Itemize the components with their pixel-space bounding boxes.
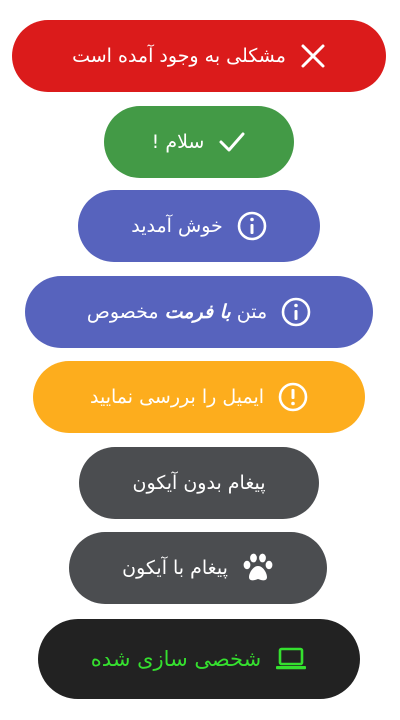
formatted-toast-text: متن با فرمت مخصوص bbox=[87, 301, 267, 323]
info-icon bbox=[237, 211, 267, 241]
plain-toast[interactable]: پیغام بدون آیکون bbox=[79, 447, 319, 519]
check-icon bbox=[218, 130, 246, 154]
success-toast[interactable]: سلام ! bbox=[104, 106, 294, 178]
custom-toast[interactable]: شخصی سازی شده bbox=[38, 619, 360, 699]
formatted-text-after: مخصوص bbox=[86, 301, 165, 323]
icon-toast[interactable]: پیغام با آیکون bbox=[69, 532, 327, 604]
warning-toast[interactable]: ایمیل را بررسی نمایید bbox=[33, 361, 365, 433]
info-toast-text: خوش آمدید bbox=[131, 215, 223, 237]
close-icon[interactable] bbox=[300, 43, 326, 69]
custom-toast-text: شخصی سازی شده bbox=[90, 647, 262, 671]
formatted-text-before: متن bbox=[230, 301, 268, 323]
info-toast[interactable]: خوش آمدید bbox=[78, 190, 320, 262]
icon-toast-text: پیغام با آیکون bbox=[122, 557, 228, 579]
toast-stack: مشکلی به وجود آمده است سلام ! خوش آمدید … bbox=[0, 0, 400, 720]
success-toast-text: سلام ! bbox=[151, 131, 205, 153]
warning-icon bbox=[278, 382, 308, 412]
error-toast[interactable]: مشکلی به وجود آمده است bbox=[12, 20, 386, 92]
formatted-info-toast[interactable]: متن با فرمت مخصوص bbox=[25, 276, 373, 348]
error-toast-text: مشکلی به وجود آمده است bbox=[72, 45, 286, 67]
formatted-text-bold: با فرمت bbox=[164, 301, 231, 323]
laptop-icon bbox=[275, 646, 307, 672]
paw-icon bbox=[242, 553, 274, 583]
info-icon bbox=[281, 297, 311, 327]
warning-toast-text: ایمیل را بررسی نمایید bbox=[90, 386, 265, 408]
plain-toast-text: پیغام بدون آیکون bbox=[132, 472, 266, 494]
